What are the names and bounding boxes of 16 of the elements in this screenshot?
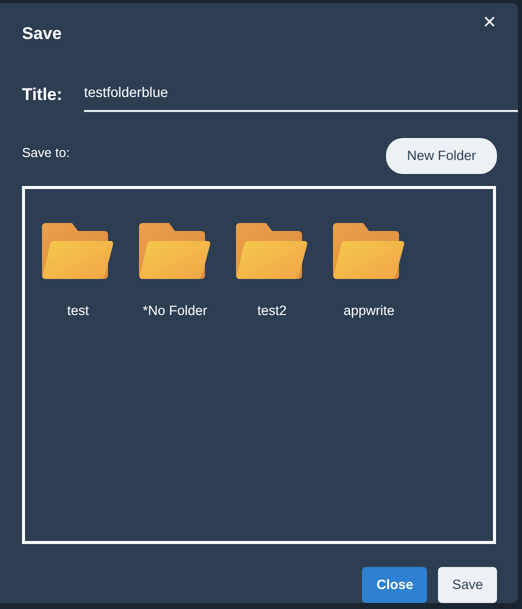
- dialog-button[interactable]: Close: [362, 567, 428, 603]
- folder-icon: [333, 222, 405, 279]
- folder-item[interactable]: appwrite: [333, 222, 405, 321]
- close-button[interactable]: ×: [479, 11, 500, 33]
- folder-icon: [236, 222, 308, 279]
- folder-icon: [139, 222, 211, 279]
- field-label: Title:: [22, 84, 64, 106]
- folder-item[interactable]: *No Folder: [139, 222, 211, 321]
- dialog-title: Save: [22, 23, 62, 45]
- dialog-button[interactable]: Save: [438, 567, 497, 603]
- section-label: Save to:: [22, 144, 70, 162]
- title-field[interactable]: testfolderblue: [84, 78, 518, 112]
- new-folder-button[interactable]: New Folder: [386, 138, 497, 174]
- folder-item[interactable]: test: [42, 222, 114, 321]
- folder-icon: [42, 222, 114, 279]
- folder-item[interactable]: test2: [236, 222, 308, 321]
